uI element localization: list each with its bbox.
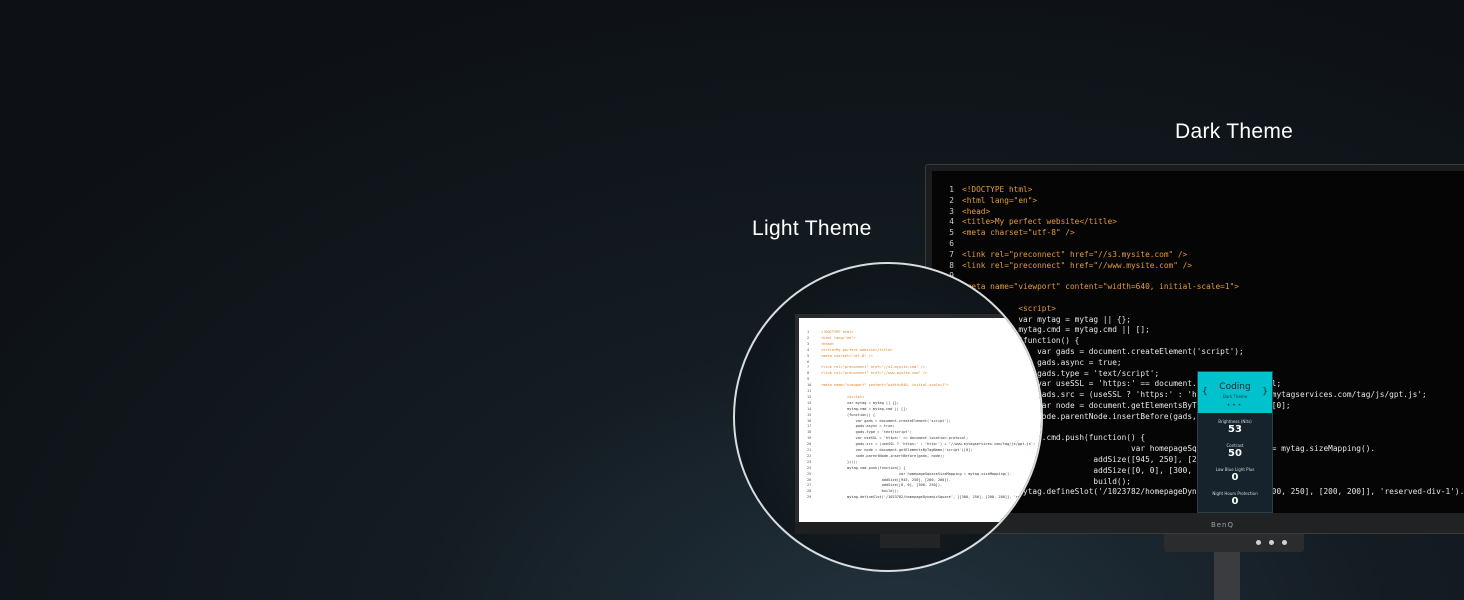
osd-mode-subtitle: Dark Theme [1222,394,1248,399]
code-text: var mytag = mytag || {}; [821,400,899,405]
code-text: <title>My perfect website</title> [821,347,893,352]
code-text: <meta charset="utf-8" /> [821,353,873,358]
osd-item-value: 50 [1228,448,1242,459]
code-text: var homepageSquareSizeMapping = mytag.si… [821,471,1012,476]
osd-item-value: 0 [1231,472,1239,483]
code-text: gads.type = 'text/script'; [821,430,912,435]
monitor-control-panel [1164,534,1304,552]
osd-item-night-hours: Night Hours Protection 0 [1198,491,1272,507]
code-text: var useSSL = 'https:' == document.locati… [821,436,969,441]
line-number: 3 [949,206,954,216]
light-monitor: 1 <!DOCTYPE html> 2 <html lang="en"> 3 <head>… [795,314,1043,534]
code-text: })(); [821,459,858,464]
code-text: <title>My perfect website</title> [962,217,1117,227]
code-text: mytag.cmd = mytag.cmd || []; [821,406,908,411]
line-number: 7 [949,249,954,259]
line-number: 1 [949,185,954,194]
light-monitor-bezel [795,522,1041,534]
code-line: 29 mytag.defineSlot('/1023782/homepageDy… [807,495,1043,501]
osd-header: { Coding Dark Theme ••• } [1198,372,1272,413]
code-line: 2 <html lang="en"> [932,196,1037,207]
light-monitor-stand [880,534,940,548]
code-line: 1 <!DOCTYPE html> [932,185,1032,196]
code-text: var gads = document.createElement('scrip… [821,418,951,423]
code-text: <head> [962,206,991,216]
code-text: addSize([945, 250], [200, 200]). [821,477,951,482]
code-text: <link rel="preconnect" href="//s3.mysite… [821,365,925,370]
line-number: 6 [949,239,954,248]
magnifier-circle: 1 <!DOCTYPE html> 2 <html lang="en"> 3 <head>… [733,262,1043,572]
light-theme-label: Light Theme [752,217,872,240]
code-text: <meta name="viewport" content="width=640… [821,383,949,388]
osd-item-value: 0 [1231,496,1239,507]
line-number: 4 [949,217,954,227]
code-line: 10<meta name="viewport" content="width=6… [807,383,949,389]
code-text: mytag.defineSlot('/1023782/homepageDynam… [821,495,1043,500]
code-text: <meta charset="utf-8" /> [962,228,1075,238]
code-text: build(); [821,489,899,494]
code-text: (function() { [821,412,876,417]
line-number: 5 [949,228,954,238]
code-text: node.parentNode.insertBefore(gads, node)… [821,453,945,458]
osd-panel: { Coding Dark Theme ••• } Brightness (Ni… [1197,371,1273,513]
line-number: 29 [807,495,812,500]
osd-item-low-blue-light: Low Blue Light Plus 0 [1198,467,1272,483]
code-line: 6 [932,239,962,250]
code-text: <!DOCTYPE html> [821,330,854,334]
code-text: <!DOCTYPE html> [962,185,1033,194]
control-button-1[interactable] [1256,540,1261,545]
monitor-stand [1214,552,1240,600]
osd-item-contrast: Contrast 50 [1198,443,1272,459]
code-text: <link rel="preconnect" href="//s3.mysite… [962,249,1188,259]
osd-mode-title: Coding [1219,382,1251,392]
dark-theme-label: Dark Theme [1175,120,1294,143]
code-text: gads.src = (useSSL ? 'https:' : 'http:')… [821,442,1036,447]
code-line: 5 <meta charset="utf-8" /> [932,228,1075,239]
code-line: 8 <link rel="preconnect" href="//www.mysi… [932,261,1192,272]
right-arrow-icon[interactable]: } [1262,387,1268,397]
code-text: <html lang="en"> [962,195,1038,205]
code-text: <script> [821,394,865,399]
brand-logo: BenQ [1210,521,1234,529]
code-text: <html lang="en"> [821,335,856,340]
control-button-3[interactable] [1282,540,1287,545]
code-line: 8 <link rel="preconnect" href="//www.mysi… [807,371,927,377]
code-line: 7 <link rel="preconnect" href="//s3.mysit… [932,250,1187,261]
code-text: <head> [821,341,834,346]
line-number: 2 [949,195,954,205]
osd-item-brightness: Brightness (Nits) 53 [1198,419,1272,435]
code-text: addSize([0, 0], [300, 250]). [821,483,943,488]
code-text: <meta name="viewport" content="width=640… [962,282,1239,292]
code-text: var node = document.getElementsByTagName… [821,448,973,452]
code-text: mytag.cmd.push(function() { [821,465,906,470]
code-text: <link rel="preconnect" href="//www.mysit… [962,260,1193,270]
code-text: <link rel="preconnect" href="//www.mysit… [821,371,928,376]
osd-item-value: 53 [1228,424,1242,435]
control-button-2[interactable] [1269,540,1274,545]
code-line: 3 <head> [932,207,990,218]
dots-icon: ••• [1226,402,1244,409]
code-text: gads.async = true; [821,424,895,429]
light-code-screen: 1 <!DOCTYPE html> 2 <html lang="en"> 3 <head>… [799,318,1043,522]
code-line: 4 <title>My perfect website</title> [932,217,1117,228]
